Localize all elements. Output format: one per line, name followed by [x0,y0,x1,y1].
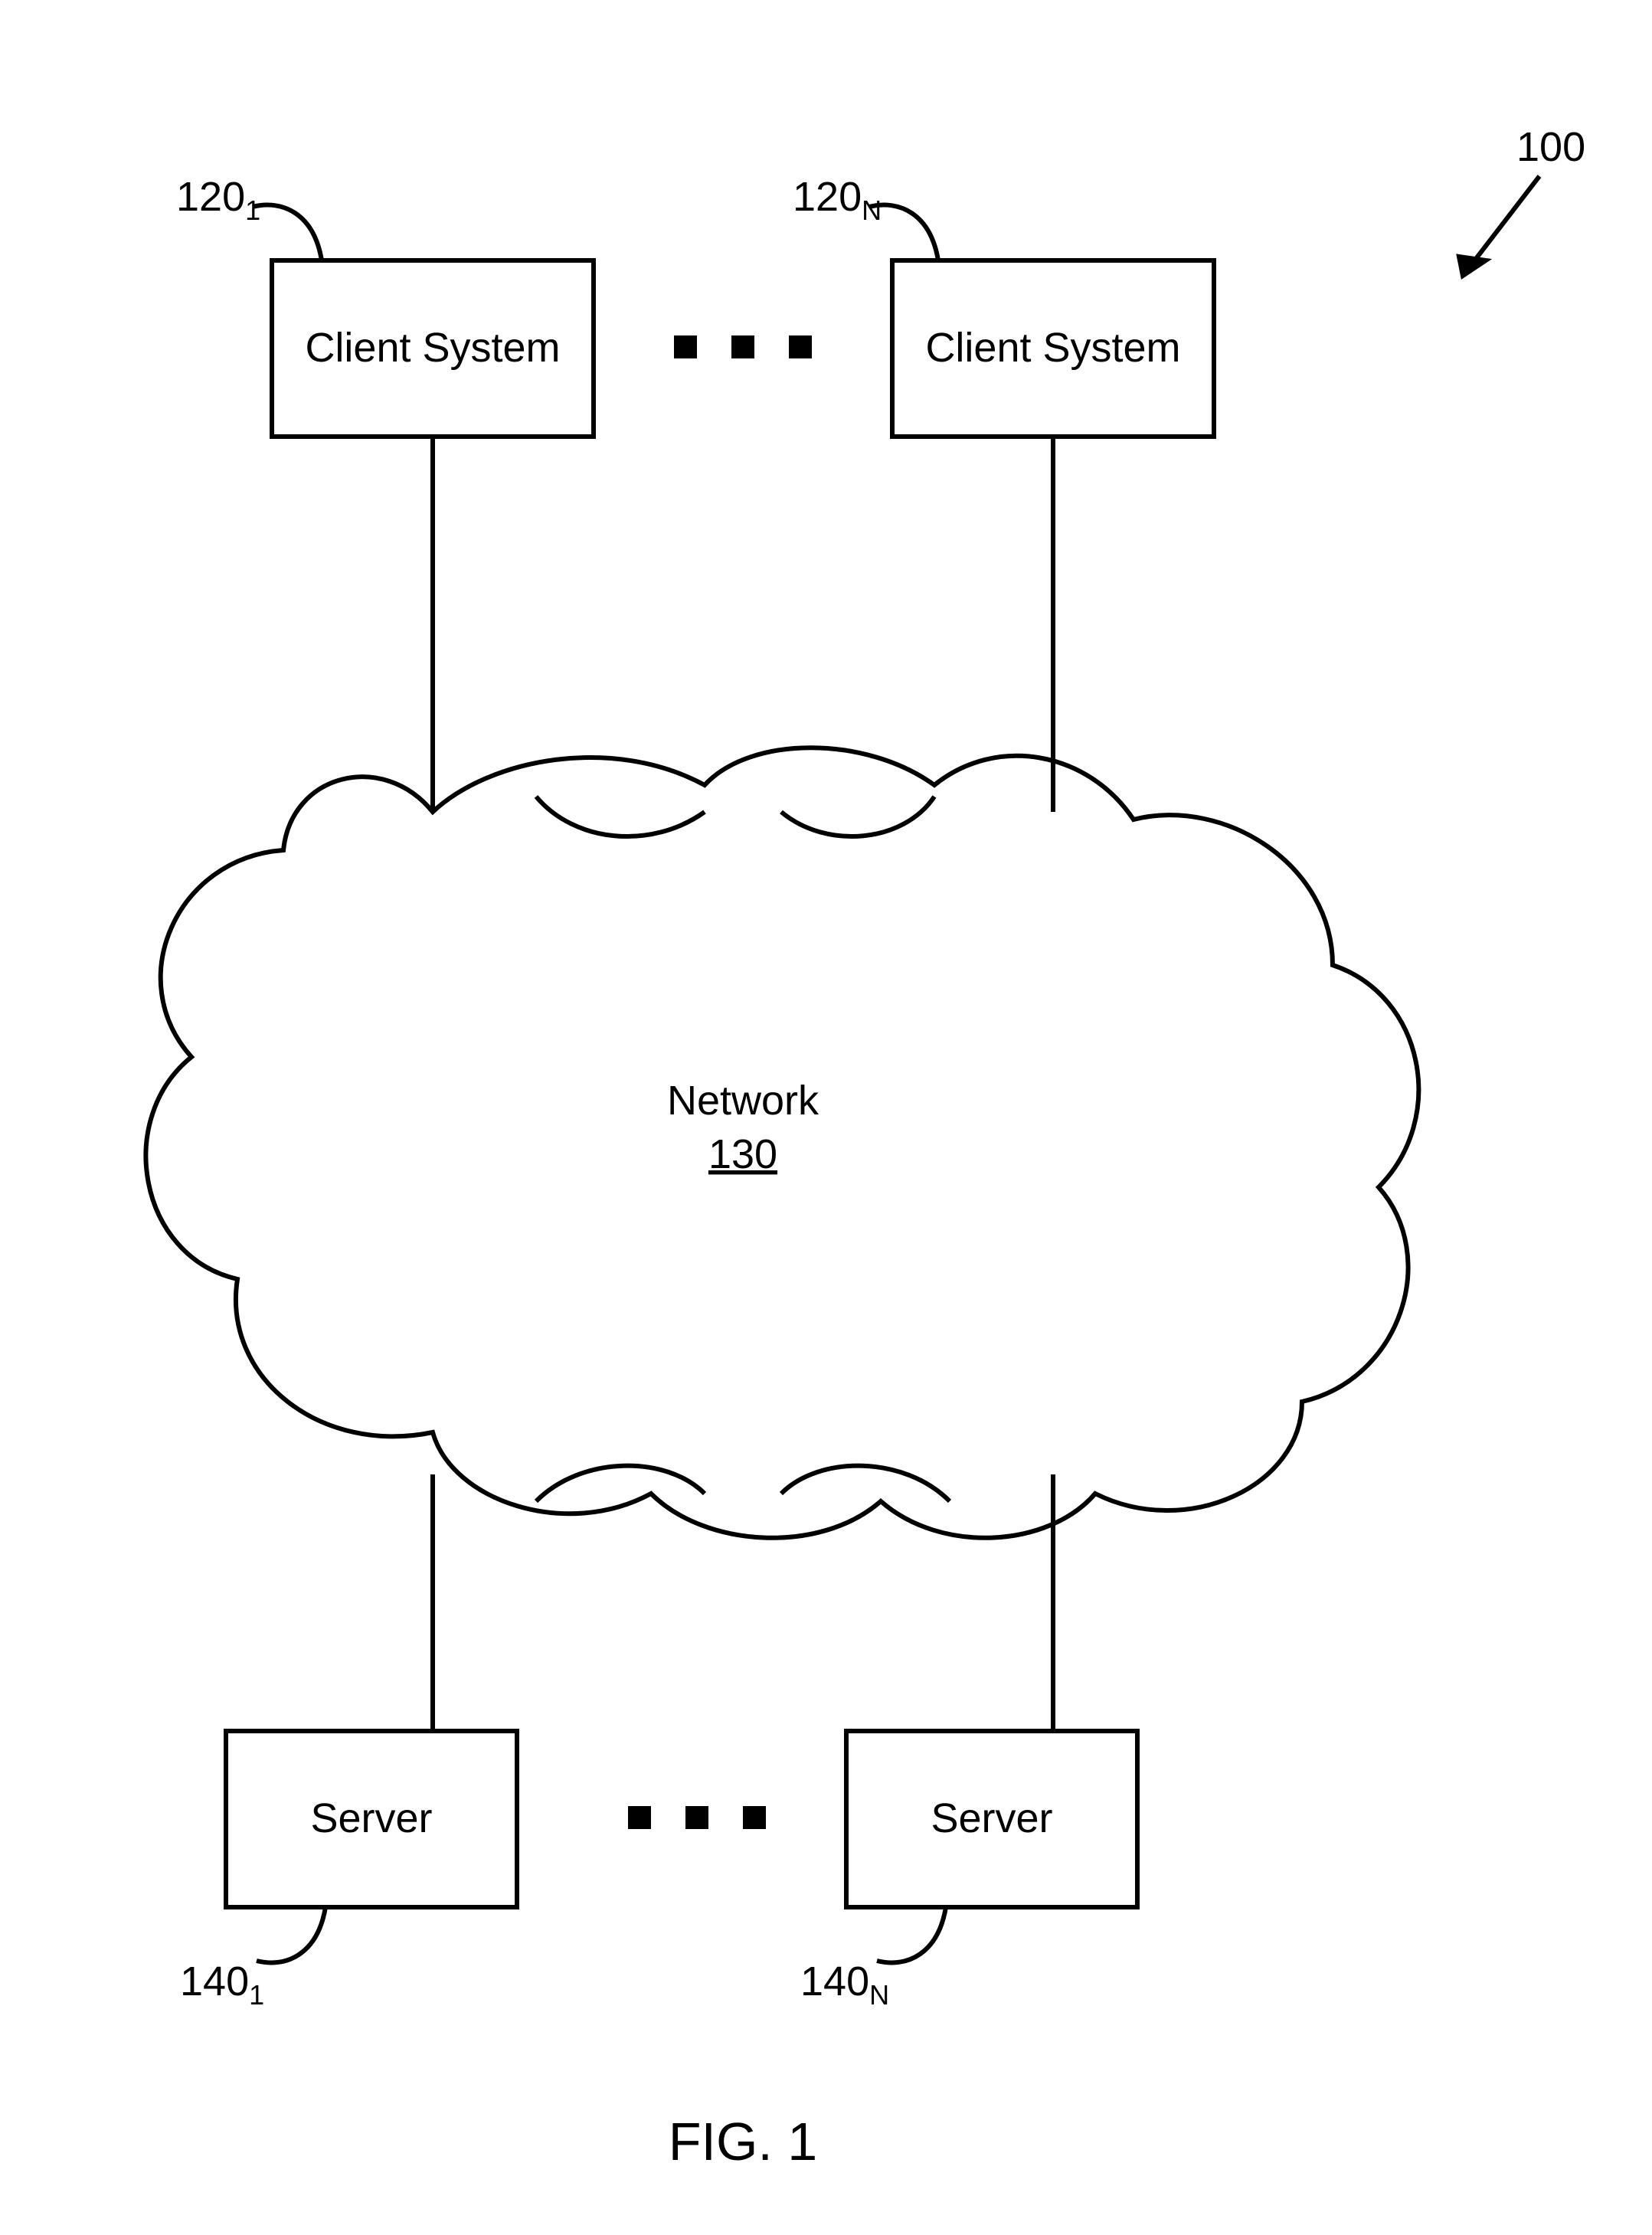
ref-120-n: 120N [793,174,882,226]
network-label: Network [667,1078,819,1124]
ellipsis-icon-bottom [628,1806,766,1829]
figure-caption: FIG. 1 [669,2112,817,2171]
client-right-label: Client System [925,325,1180,371]
cloud-top-arc-left [536,797,705,836]
cloud-shape [146,748,1418,1538]
server-right-label: Server [931,1795,1052,1841]
cloud-bot-arc-left [536,1466,705,1501]
network-ref: 130 [708,1131,777,1177]
ref-hook-140-1 [257,1907,325,1962]
ref-140-n: 140N [800,1958,889,2011]
cloud-bot-arc-right [781,1466,950,1501]
ref-hook-140-n [877,1907,946,1962]
ref-140-1: 1401 [180,1958,264,2011]
server-left-label: Server [310,1795,432,1841]
figure-number: 100 [1516,124,1585,170]
ellipsis-icon-top [674,335,812,358]
figure-ref-arrow [1459,176,1539,276]
client-left-label: Client System [305,325,560,371]
cloud-top-arc-right [781,797,934,836]
ref-120-1: 1201 [176,174,260,226]
ref-hook-120-1 [253,205,322,260]
